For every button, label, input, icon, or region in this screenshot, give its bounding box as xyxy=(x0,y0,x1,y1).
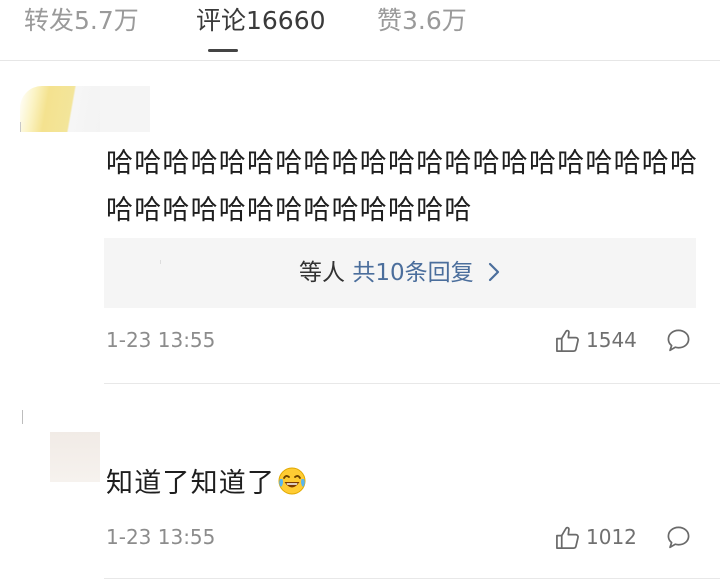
comment-text: 哈哈哈哈哈哈哈哈哈哈哈哈哈哈哈哈哈哈哈哈哈哈哈哈哈哈哈哈哈哈哈哈哈哈 xyxy=(106,148,699,226)
speech-bubble-icon[interactable] xyxy=(666,525,691,550)
replies-count: 共10条回复 xyxy=(352,260,474,286)
like-count: 1012 xyxy=(586,525,637,549)
laughing-crying-emoji xyxy=(278,467,306,495)
speech-bubble-icon[interactable] xyxy=(666,328,691,353)
comment-divider xyxy=(104,383,720,384)
replies-prefix: 等人 xyxy=(299,260,346,286)
view-replies-link[interactable]: 等人 共10条回复 xyxy=(104,256,696,290)
comment-time: 1-23 13:55 xyxy=(106,525,216,549)
tab-reposts[interactable]: 转发5.7万 xyxy=(24,4,139,38)
avatar[interactable] xyxy=(20,86,100,132)
tab-likes[interactable]: 赞3.6万 xyxy=(377,4,467,38)
tab-comments[interactable]: 评论16660 xyxy=(196,4,326,38)
comment-tabs: 转发5.7万 评论16660 赞3.6万 xyxy=(0,0,720,61)
active-tab-indicator xyxy=(208,49,238,52)
avatar-username-blur xyxy=(100,86,150,132)
comment-text-content: 知道了知道了 xyxy=(106,468,276,499)
avatar-edge xyxy=(22,410,23,424)
chevron-right-icon xyxy=(488,262,500,282)
avatar[interactable] xyxy=(50,432,100,482)
comment-text: 知道了知道了 xyxy=(106,460,307,507)
comment-time: 1-23 13:55 xyxy=(106,328,216,352)
like-count: 1544 xyxy=(586,328,637,352)
comment-divider xyxy=(104,578,720,579)
avatar-edge xyxy=(20,122,21,132)
replies-box[interactable]: 等人 共10条回复 xyxy=(104,238,696,308)
thumbs-up-icon xyxy=(556,329,579,352)
thumbs-up-icon xyxy=(556,526,579,549)
